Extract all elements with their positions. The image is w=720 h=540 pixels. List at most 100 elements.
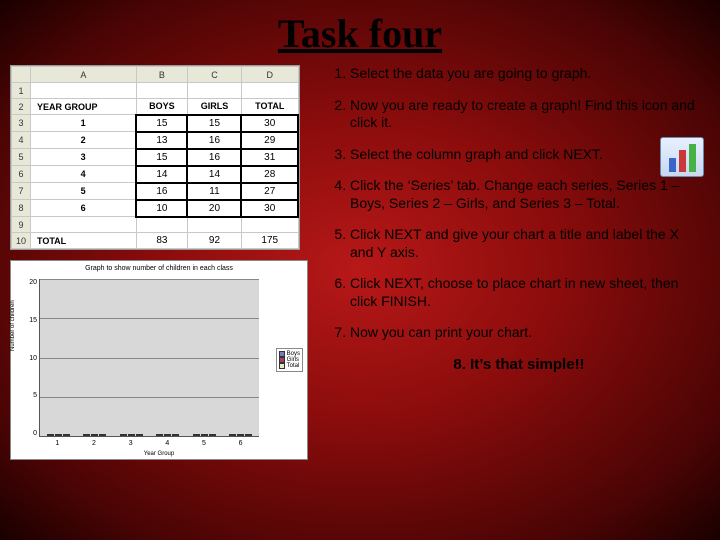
cell: 92 xyxy=(187,233,241,249)
chart-ylabel: Number of children xyxy=(10,300,16,351)
cell: 30 xyxy=(241,200,298,217)
bar xyxy=(193,434,200,436)
bar-group xyxy=(83,434,106,436)
row-header: 2 xyxy=(12,99,31,115)
bar-group xyxy=(47,434,70,436)
cell: 29 xyxy=(241,132,298,149)
bar xyxy=(201,434,208,436)
bar xyxy=(229,434,236,436)
cell: 15 xyxy=(187,115,241,132)
bar xyxy=(164,434,171,436)
step-6: Click NEXT, choose to place chart in new… xyxy=(350,275,710,310)
bar xyxy=(83,434,90,436)
ytick: 10 xyxy=(25,355,37,362)
chart-xticks: 1 2 3 4 5 6 xyxy=(39,440,259,447)
cell: 20 xyxy=(187,200,241,217)
xtick: 5 xyxy=(202,440,206,447)
bar xyxy=(128,434,135,436)
row-header: 9 xyxy=(12,217,31,233)
cell: 175 xyxy=(241,233,298,249)
cell: 2 xyxy=(31,132,137,149)
cell: 30 xyxy=(241,115,298,132)
bar xyxy=(136,434,143,436)
bar xyxy=(245,434,252,436)
chart-thumbnail: Graph to show number of children in each… xyxy=(10,260,308,460)
cell: 31 xyxy=(241,149,298,166)
cell: 11 xyxy=(187,183,241,200)
row-header: 3 xyxy=(12,115,31,132)
instruction-list: Select the data you are going to graph. … xyxy=(328,65,710,342)
xtick: 6 xyxy=(239,440,243,447)
chart-yticks: 20 15 10 5 0 xyxy=(25,279,37,437)
chart-plot-area xyxy=(39,279,259,437)
col-header: B xyxy=(136,67,187,83)
cell: 6 xyxy=(31,200,137,217)
bar xyxy=(55,434,62,436)
bar-group xyxy=(120,434,143,436)
cell: 14 xyxy=(136,166,187,183)
bar xyxy=(99,434,106,436)
bar xyxy=(172,434,179,436)
cell: 4 xyxy=(31,166,137,183)
cell: 15 xyxy=(136,115,187,132)
chart-xlabel: Year Group xyxy=(11,451,307,457)
bar-icon xyxy=(669,158,676,172)
bar xyxy=(237,434,244,436)
bar xyxy=(209,434,216,436)
row-header: 10 xyxy=(12,233,31,249)
cell: 13 xyxy=(136,132,187,149)
cell: 16 xyxy=(187,149,241,166)
chart-wizard-icon xyxy=(660,137,704,177)
cell: 1 xyxy=(31,115,137,132)
cell: TOTAL xyxy=(241,99,298,115)
cell: 10 xyxy=(136,200,187,217)
row-header: 7 xyxy=(12,183,31,200)
xtick: 1 xyxy=(55,440,59,447)
bar-icon xyxy=(679,150,686,172)
step-2: Now you are ready to create a graph! Fin… xyxy=(350,97,710,132)
spreadsheet-thumbnail: A B C D 1 2 YEAR GROUP BOYS GIRLS TOTAL … xyxy=(10,65,300,250)
bar-group xyxy=(193,434,216,436)
ytick: 15 xyxy=(25,317,37,324)
content-area: A B C D 1 2 YEAR GROUP BOYS GIRLS TOTAL … xyxy=(0,57,720,460)
col-header: D xyxy=(241,67,298,83)
xtick: 3 xyxy=(129,440,133,447)
cell: 14 xyxy=(187,166,241,183)
cell: TOTAL xyxy=(31,233,137,249)
bar xyxy=(91,434,98,436)
row-header: 5 xyxy=(12,149,31,166)
col-header: C xyxy=(187,67,241,83)
cell: 15 xyxy=(136,149,187,166)
cell: 28 xyxy=(241,166,298,183)
slide-title: Task four xyxy=(0,0,720,57)
ytick: 0 xyxy=(25,430,37,437)
row-header: 1 xyxy=(12,83,31,99)
bar xyxy=(47,434,54,436)
corner-cell xyxy=(12,67,31,83)
bar xyxy=(63,434,70,436)
step-1: Select the data you are going to graph. xyxy=(350,65,710,83)
step-4: Click the ‘Series’ tab. Change each seri… xyxy=(350,177,710,212)
row-header: 6 xyxy=(12,166,31,183)
cell: BOYS xyxy=(136,99,187,115)
bar-icon xyxy=(689,144,696,172)
step-5: Click NEXT and give your chart a title a… xyxy=(350,226,710,261)
cell: 3 xyxy=(31,149,137,166)
bar xyxy=(156,434,163,436)
bar-group xyxy=(156,434,179,436)
cell: 5 xyxy=(31,183,137,200)
legend-label: Total xyxy=(287,363,300,369)
step-7: Now you can print your chart. xyxy=(350,324,710,342)
col-header: A xyxy=(31,67,137,83)
chart-title: Graph to show number of children in each… xyxy=(15,265,303,272)
cell: YEAR GROUP xyxy=(31,99,137,115)
right-column: Select the data you are going to graph. … xyxy=(310,65,710,460)
cell: GIRLS xyxy=(187,99,241,115)
cell: 16 xyxy=(136,183,187,200)
cell: 16 xyxy=(187,132,241,149)
row-header: 4 xyxy=(12,132,31,149)
cell: 83 xyxy=(136,233,187,249)
chart-legend: Boys Girls Total xyxy=(276,348,303,372)
bar-group xyxy=(229,434,252,436)
xtick: 2 xyxy=(92,440,96,447)
